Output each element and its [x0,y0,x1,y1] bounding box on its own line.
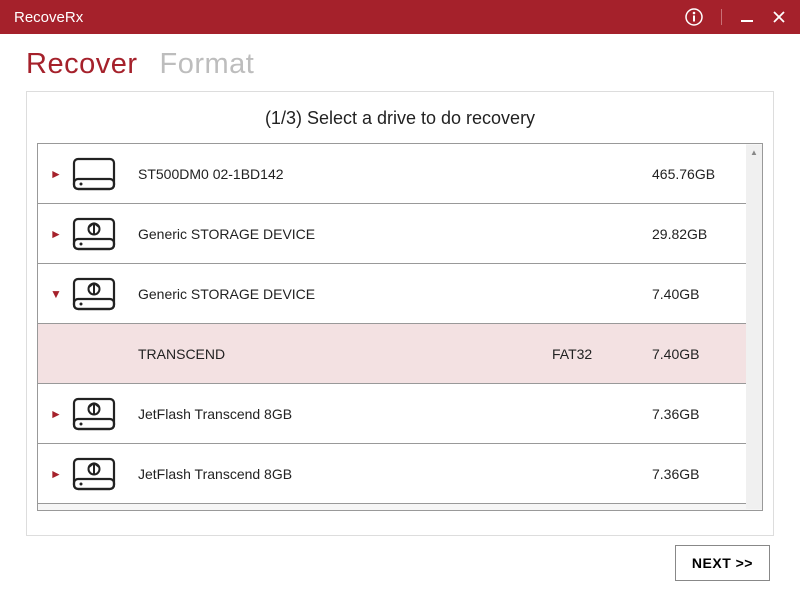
drive-size: 7.36GB [652,406,732,422]
drive-name: ST500DM0 02-1BD142 [138,166,552,182]
drive-size: 29.82GB [652,226,732,242]
partition-row[interactable]: TRANSCENDFAT327.40GB [38,324,746,384]
close-icon[interactable] [772,10,786,24]
drive-list: ► ST500DM0 02-1BD142 465.76GB ► Generic STOR… [37,143,763,511]
usb-drive-icon [72,276,116,312]
hdd-icon [72,156,116,192]
drive-name: TRANSCEND [138,346,552,362]
usb-drive-icon [72,396,116,432]
usb-drive-icon [72,456,116,492]
expand-down-icon[interactable]: ▼ [50,287,66,301]
divider-icon [721,9,722,25]
titlebar-controls [685,8,786,26]
drive-name: Generic STORAGE DEVICE [138,286,552,302]
drive-size: 465.76GB [652,166,732,182]
expand-right-icon[interactable]: ► [50,167,66,181]
usb-drive-icon [72,216,116,252]
scroll-up-icon[interactable]: ▲ [746,145,762,159]
panel-title: (1/3) Select a drive to do recovery [37,108,763,129]
drive-row[interactable]: ► JetFlash Transcend 8GB 7.36GB [38,444,746,504]
drive-size: 7.40GB [652,286,732,302]
drive-size: 7.40GB [652,346,732,362]
expand-right-icon[interactable]: ► [50,407,66,421]
drive-row[interactable]: ▼ Generic STORAGE DEVICE 7.40GB [38,264,746,324]
app-title: RecoveRx [14,9,685,26]
expand-right-icon[interactable]: ► [50,467,66,481]
drive-row[interactable]: ► Generic STORAGE DEVICE 29.82GB [38,204,746,264]
minimize-icon[interactable] [740,10,754,24]
info-icon[interactable] [685,8,703,26]
main-panel: (1/3) Select a drive to do recovery ► ST5… [26,91,774,536]
tabbar: Recover Format [0,34,800,87]
drive-name: JetFlash Transcend 8GB [138,406,552,422]
drive-row[interactable]: ► JetFlash Transcend 8GB 7.36GB [38,384,746,444]
filesystem-label: FAT32 [552,346,652,362]
drive-name: JetFlash Transcend 8GB [138,466,552,482]
expand-right-icon[interactable]: ► [50,227,66,241]
scrollbar[interactable]: ▲ [746,145,762,509]
drive-name: Generic STORAGE DEVICE [138,226,552,242]
next-button[interactable]: NEXT >> [675,545,770,581]
tab-format[interactable]: Format [160,48,255,81]
drive-row[interactable]: ► ST500DM0 02-1BD142 465.76GB [38,144,746,204]
titlebar: RecoveRx [0,0,800,34]
tab-recover[interactable]: Recover [26,48,138,81]
drive-size: 7.36GB [652,466,732,482]
